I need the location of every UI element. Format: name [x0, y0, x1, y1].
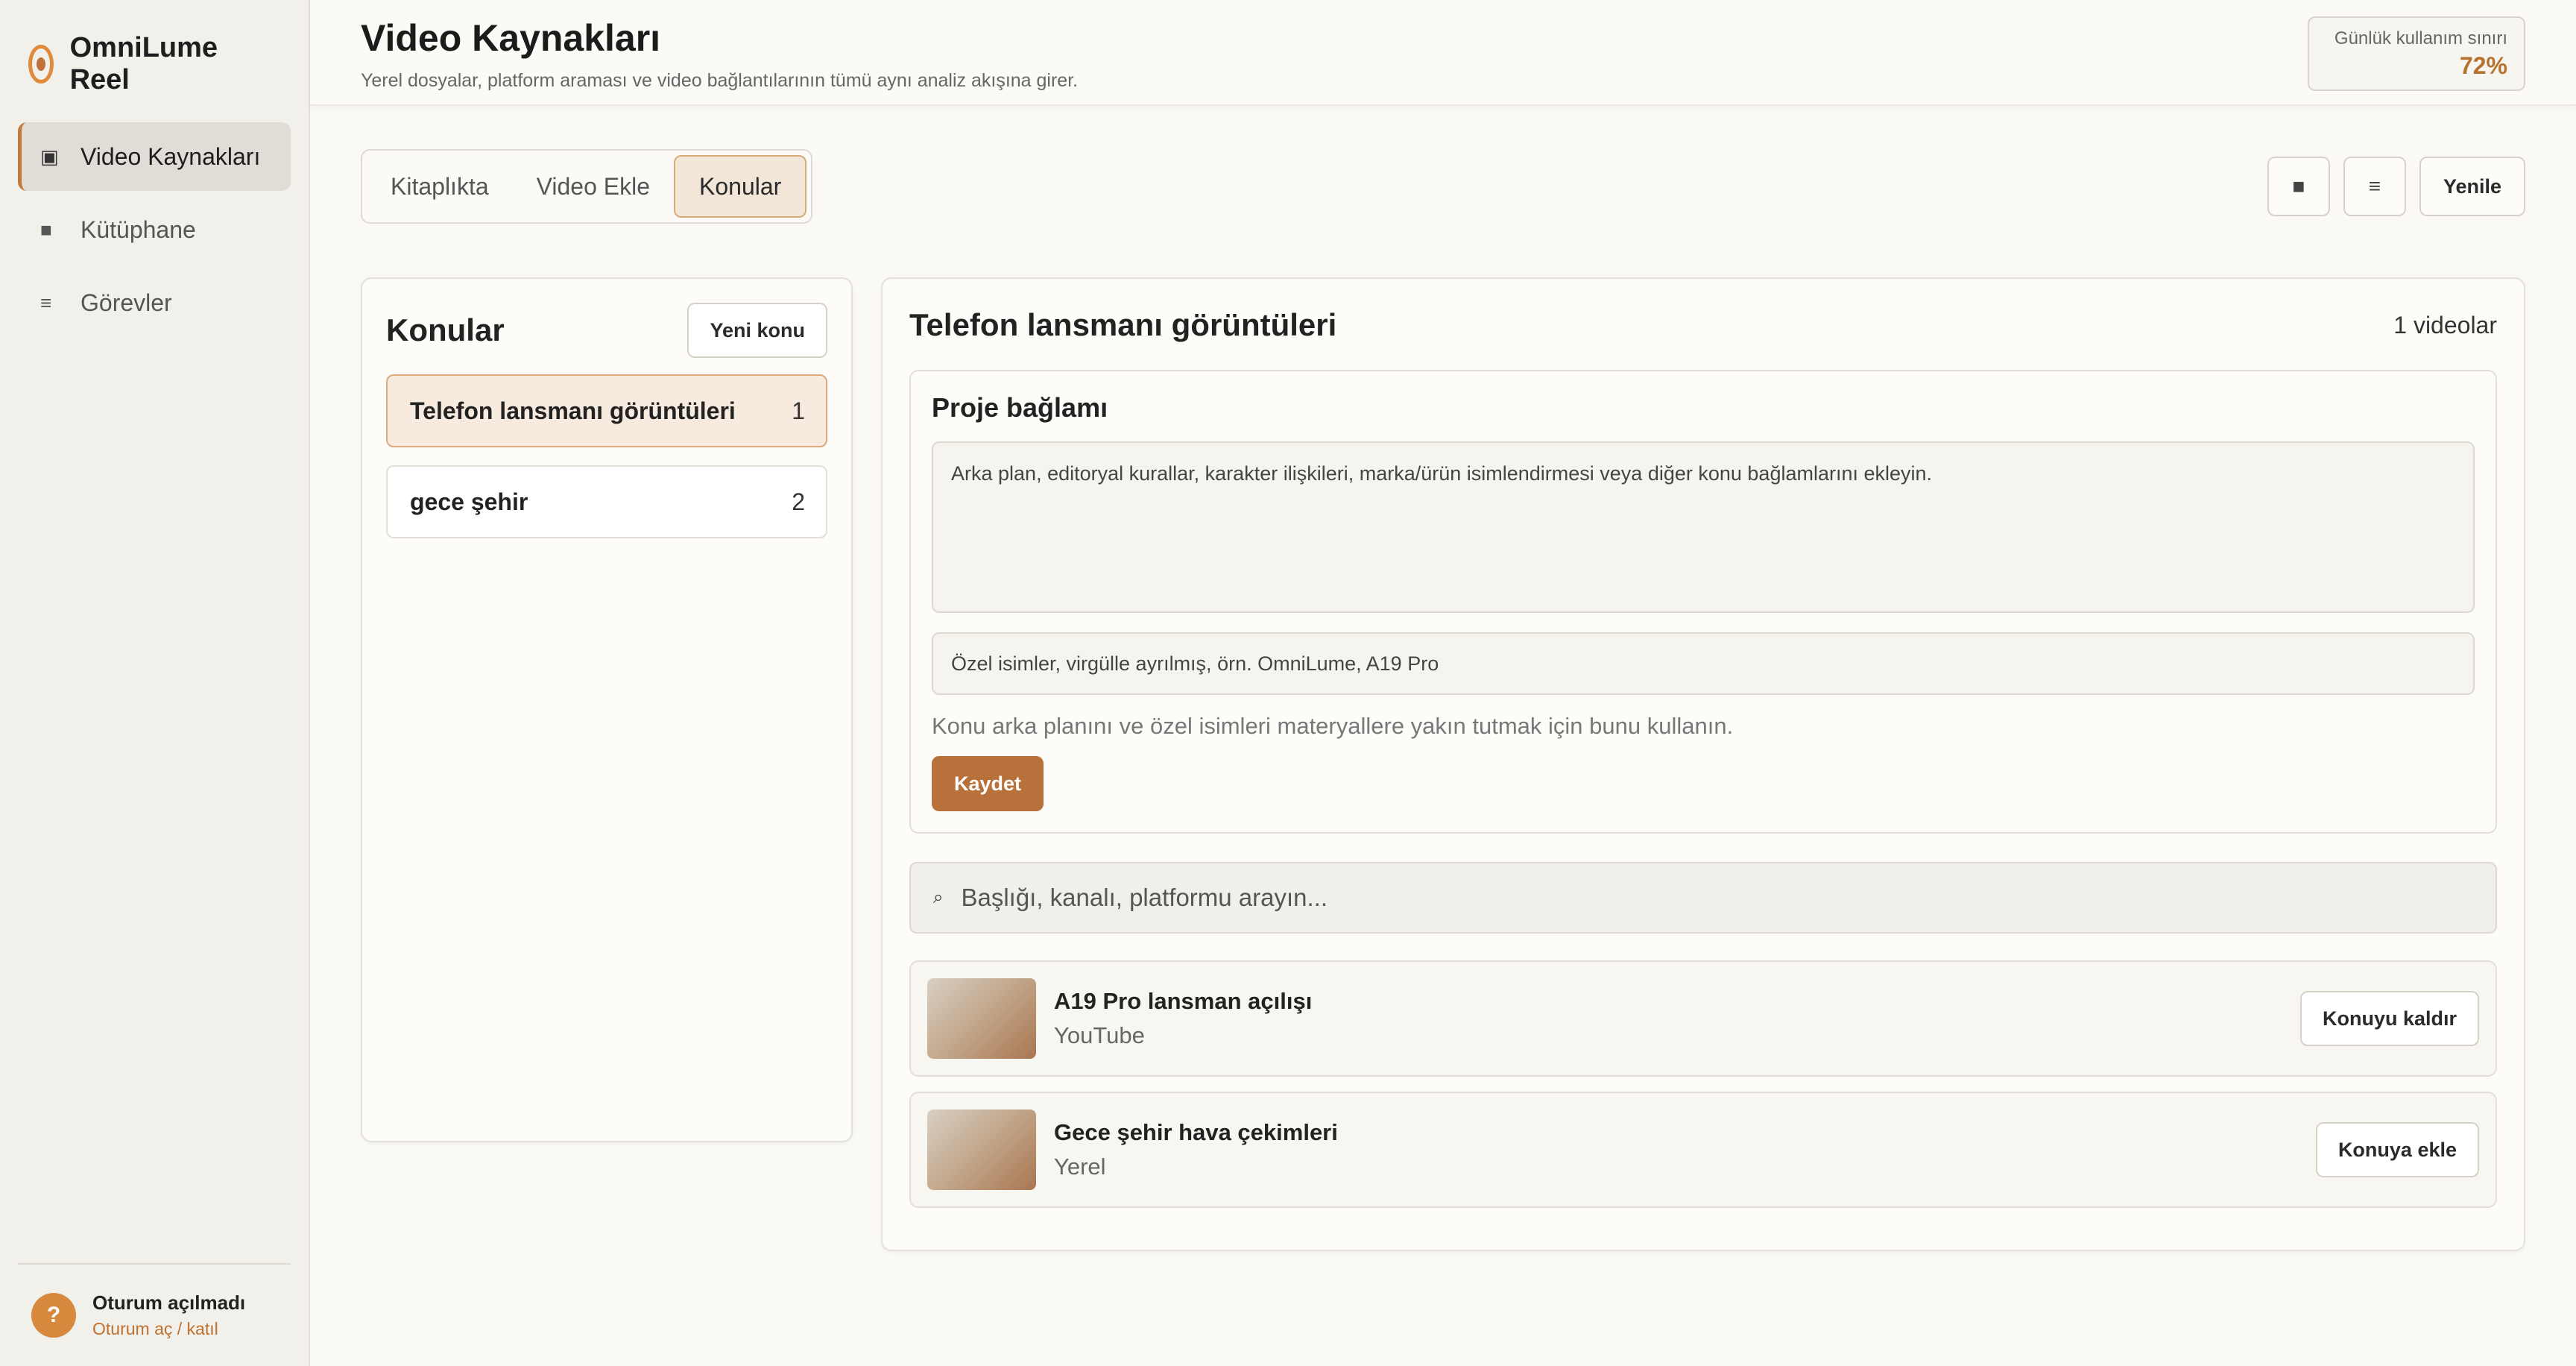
brand-name: OmniLume Reel [69, 32, 218, 95]
video-list-item: Gece şehir hava çekimleri Yerel Konuya e… [909, 1092, 2497, 1208]
topic-item[interactable]: gece şehir 2 [386, 465, 827, 538]
video-title: Gece şehir hava çekimleri [1054, 1119, 1338, 1145]
tab-add-video[interactable]: Video Ekle [513, 155, 674, 218]
video-thumbnail[interactable] [927, 1110, 1036, 1190]
page-subtitle: Yerel dosyalar, platform araması ve vide… [361, 70, 1079, 91]
sidebar-nav: ▣ Video Kaynakları ■ Kütüphane ≡ Görevle… [0, 100, 309, 342]
video-search-input[interactable]: ⌕ Başlığı, kanalı, platformu arayın... [909, 862, 2497, 934]
topic-item[interactable]: Telefon lansmanı görüntüleri 1 [386, 374, 827, 447]
toolbar: Kitaplıkta Video Ekle Konular ■ ≡ Yenile [310, 106, 2576, 224]
omnilume-logo-icon [28, 45, 54, 84]
sidebar-item-tasks[interactable]: ≡ Görevler [18, 268, 291, 337]
video-thumbnail[interactable] [927, 978, 1036, 1059]
brand: OmniLume Reel [0, 0, 309, 100]
content: Konular Yeni konu Telefon lansmanı görün… [310, 224, 2576, 1251]
video-source: YouTube [1054, 1022, 1145, 1048]
proper-names-input[interactable]: Özel isimler, virgülle ayrılmış, örn. Om… [932, 632, 2475, 695]
project-context-box: Proje bağlamı Arka plan, editoryal kural… [909, 370, 2497, 834]
context-hint: Konu arka planını ve özel isimleri mater… [932, 713, 1734, 739]
topics-panel: Konular Yeni konu Telefon lansmanı görün… [361, 277, 853, 1142]
view-tabs: Kitaplıkta Video Ekle Konular [361, 149, 813, 224]
sign-in-link[interactable]: Oturum aç / katıl [92, 1319, 245, 1339]
topic-count: 2 [792, 488, 805, 515]
topic-name: gece şehir [410, 488, 528, 515]
add-to-topic-button[interactable]: Konuya ekle [2315, 1122, 2479, 1177]
avatar: ? [31, 1293, 76, 1338]
grid-view-icon: ■ [2292, 174, 2305, 198]
new-topic-button[interactable]: Yeni konu [687, 303, 827, 358]
account-status: Oturum açılmadı [92, 1291, 246, 1314]
page-title: Video Kaynakları [361, 17, 661, 59]
usage-limit-badge: Günlük kullanım sınırı 72% [2308, 16, 2525, 91]
video-source: Yerel [1054, 1153, 1106, 1180]
video-count: 1 videolar [2393, 311, 2497, 339]
topic-name: Telefon lansmanı görüntüleri [410, 397, 736, 424]
usage-label: Günlük kullanım sınırı [2334, 28, 2507, 48]
search-icon: ⌕ [933, 887, 944, 907]
refresh-button[interactable]: Yenile [2419, 157, 2525, 216]
sidebar-item-label: Video Kaynakları [80, 142, 261, 170]
topic-detail-panel: Telefon lansmanı görüntüleri 1 videolar … [881, 277, 2525, 1251]
sidebar-item-label: Kütüphane [80, 215, 196, 243]
topic-count: 1 [792, 397, 805, 424]
sidebar-item-library[interactable]: ■ Kütüphane [18, 195, 291, 264]
video-sources-icon: ▣ [40, 145, 59, 168]
tab-topics[interactable]: Konular [674, 155, 807, 218]
list-view-icon: ≡ [2368, 174, 2381, 198]
grid-view-button[interactable]: ■ [2267, 157, 2330, 216]
account-section[interactable]: ? Oturum açılmadı Oturum aç / katıl [18, 1263, 291, 1366]
sidebar-item-label: Görevler [80, 289, 172, 316]
usage-value: 72% [2459, 52, 2507, 79]
list-view-button[interactable]: ≡ [2343, 157, 2406, 216]
context-textarea[interactable]: Arka plan, editoryal kurallar, karakter … [932, 441, 2475, 613]
toolbar-actions: ■ ≡ Yenile [2267, 157, 2525, 216]
video-title: A19 Pro lansman açılışı [1054, 988, 1313, 1014]
main-area: Video Kaynakları Yerel dosyalar, platfor… [310, 0, 2576, 1366]
sidebar-item-video-sources[interactable]: ▣ Video Kaynakları [18, 122, 291, 191]
topics-title: Konular [386, 312, 505, 347]
page-header: Video Kaynakları Yerel dosyalar, platfor… [310, 0, 2576, 106]
tasks-icon: ≡ [40, 291, 52, 314]
remove-from-topic-button[interactable]: Konuyu kaldır [2299, 991, 2479, 1046]
topic-detail-title: Telefon lansmanı görüntüleri [909, 307, 1337, 342]
sidebar: OmniLume Reel ▣ Video Kaynakları ■ Kütüp… [0, 0, 310, 1366]
project-context-title: Proje bağlamı [932, 392, 1108, 423]
search-placeholder: Başlığı, kanalı, platformu arayın... [961, 884, 1328, 911]
save-button[interactable]: Kaydet [932, 756, 1044, 811]
tab-in-library[interactable]: Kitaplıkta [367, 155, 513, 218]
video-list-item: A19 Pro lansman açılışı YouTube Konuyu k… [909, 960, 2497, 1077]
library-icon: ■ [40, 218, 52, 241]
